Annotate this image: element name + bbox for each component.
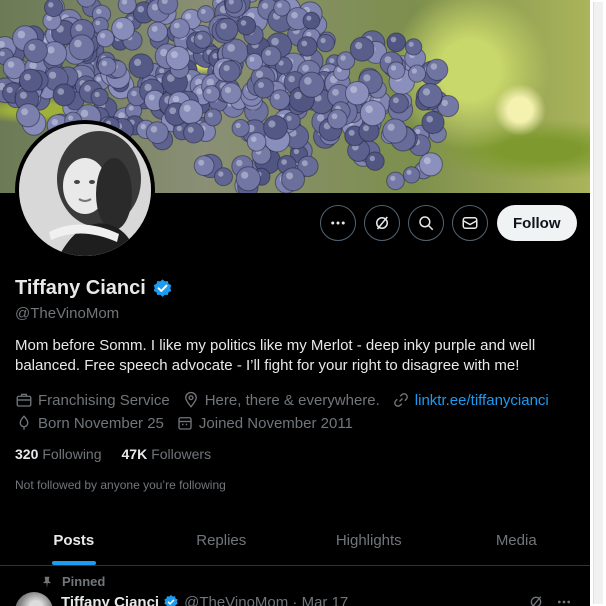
active-tab-indicator [51, 561, 96, 565]
category-label: Franchising Service [38, 391, 170, 409]
subscribe-icon [376, 216, 388, 230]
birthday-label: Born November 25 [38, 414, 164, 432]
more-button[interactable] [320, 205, 356, 241]
profile-tabs: Posts Replies Highlights Media [0, 516, 590, 566]
following-label: Following [42, 446, 102, 462]
link-icon [393, 393, 408, 407]
calendar-icon [178, 417, 192, 430]
tab-label: Posts [53, 532, 95, 549]
followers-count: 47K [121, 446, 148, 462]
profile-handle: @TheVinoMom [15, 305, 120, 322]
avatar[interactable] [15, 592, 53, 606]
tab-label: Highlights [335, 532, 402, 549]
message-icon [462, 217, 478, 229]
location-item: Here, there & everywhere. [182, 391, 380, 409]
profile-bio: Mom before Somm. I like my politics like… [15, 337, 536, 374]
following-count: 320 [15, 446, 39, 462]
more-icon[interactable] [556, 594, 572, 606]
tab-label: Media [495, 532, 537, 549]
tab-label: Replies [196, 532, 247, 549]
display-name: Tiffany Cianci [15, 277, 146, 299]
pin-icon [42, 576, 52, 588]
website-link[interactable]: linktr.ee/tiffanycianci [415, 392, 549, 409]
follow-button[interactable]: Follow [497, 205, 577, 241]
followed-by-note: Not followed by anyone you’re following [15, 478, 226, 492]
category-item: Franchising Service [15, 391, 170, 409]
tab-replies[interactable]: Replies [148, 516, 296, 565]
post-author[interactable]: Tiffany Cianci [61, 594, 159, 606]
profile-meta: Franchising Service Here, there & everyw… [15, 389, 561, 435]
followers-label: Followers [151, 446, 212, 462]
pinned-post[interactable]: Tiffany Cianci @TheVinoMom · Mar 17 [15, 592, 590, 606]
location-label: Here, there & everywhere. [204, 391, 380, 409]
verified-icon [164, 595, 178, 606]
message-button[interactable] [452, 205, 488, 241]
more-icon [331, 221, 345, 225]
search-profile-button[interactable] [408, 205, 444, 241]
tab-highlights[interactable]: Highlights [295, 516, 443, 565]
website-item[interactable]: linktr.ee/tiffanycianci [392, 391, 549, 409]
subscribe-button[interactable] [364, 205, 400, 241]
joined-label: Joined November 2011 [198, 414, 353, 432]
birthday-item: Born November 25 [15, 414, 164, 432]
followers-stat[interactable]: 47K Followers [122, 446, 212, 462]
birthday-icon [19, 415, 29, 430]
pinned-indicator: Pinned [40, 574, 105, 589]
joined-item: Joined November 2011 [176, 414, 353, 432]
name-row: Tiffany Cianci [15, 277, 173, 300]
search-icon [419, 216, 434, 231]
scrollbar[interactable] [590, 0, 606, 606]
location-icon [184, 391, 197, 408]
post-meta: @TheVinoMom · Mar 17 [184, 593, 349, 606]
follow-stats: 320 Following 47K Followers [15, 446, 211, 462]
briefcase-icon [16, 393, 32, 407]
profile-actions: Follow [320, 205, 577, 241]
verified-icon[interactable] [152, 278, 173, 299]
following-stat[interactable]: 320 Following [15, 446, 102, 462]
pinned-label: Pinned [62, 574, 106, 589]
tab-media[interactable]: Media [443, 516, 591, 565]
profile-avatar[interactable] [15, 120, 155, 260]
grok-icon[interactable] [528, 594, 544, 606]
tab-posts[interactable]: Posts [0, 516, 148, 565]
